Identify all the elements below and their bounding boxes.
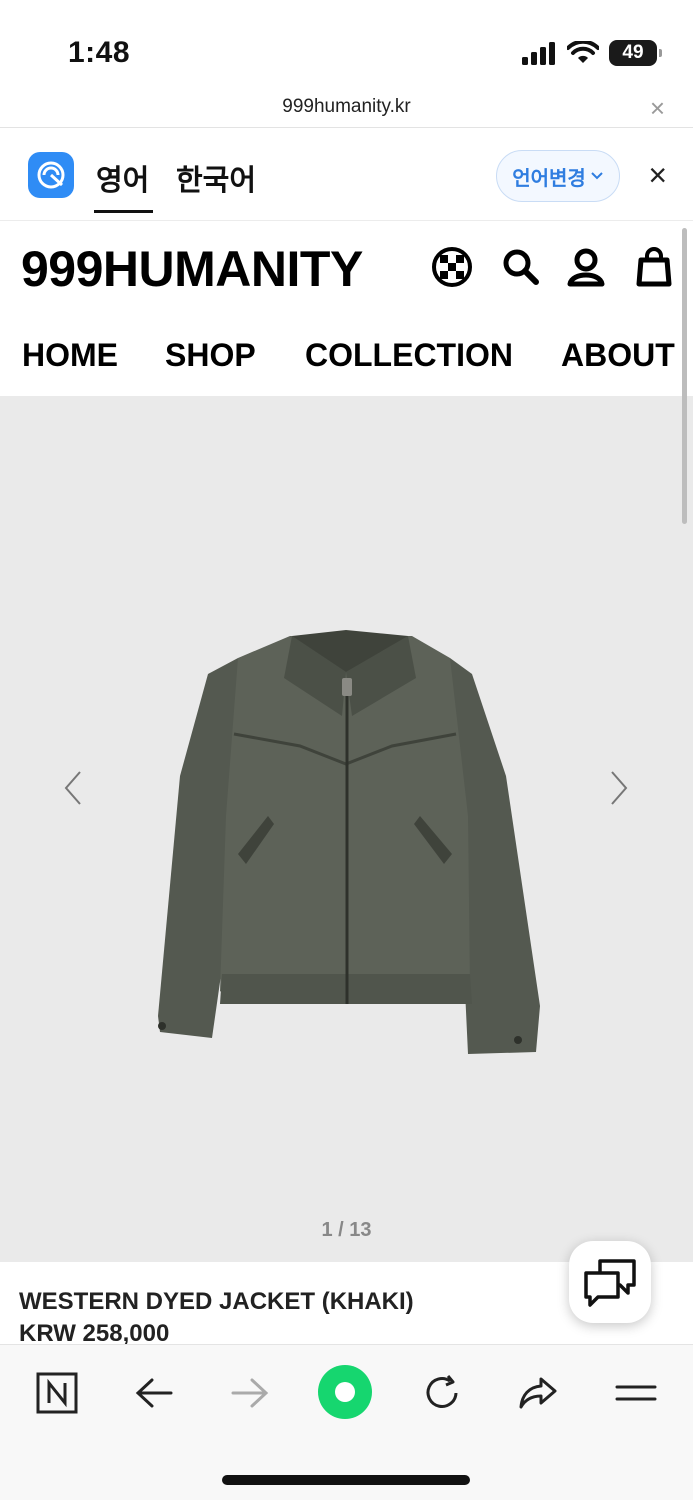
- share-button[interactable]: [514, 1369, 562, 1417]
- forward-icon: [231, 1378, 269, 1408]
- menu-button[interactable]: [612, 1369, 660, 1417]
- url-text[interactable]: 999humanity.kr: [0, 96, 693, 118]
- wifi-icon: [567, 41, 599, 63]
- chevron-down-icon: [591, 172, 603, 180]
- translate-logo-icon: [28, 152, 74, 198]
- url-close-button[interactable]: ×: [650, 93, 665, 124]
- site-nav: HOME SHOP COLLECTION ABOUT: [3, 312, 680, 395]
- gallery-counter: 1 / 13: [321, 1219, 372, 1241]
- back-button[interactable]: [130, 1369, 178, 1417]
- page-scrollbar[interactable]: [682, 228, 687, 524]
- change-language-button[interactable]: 언어변경: [496, 150, 620, 202]
- status-icons: 49: [521, 40, 662, 66]
- back-icon: [135, 1378, 173, 1408]
- green-dot-button[interactable]: [316, 1363, 374, 1421]
- forward-button[interactable]: [226, 1369, 274, 1417]
- product-name: WESTERN DYED JACKET (KHAKI): [19, 1288, 414, 1315]
- url-bar[interactable]: 999humanity.kr ×: [0, 90, 693, 128]
- naver-home-button[interactable]: [33, 1369, 81, 1417]
- search-icon[interactable]: [499, 246, 541, 288]
- translate-bar: 영어 한국어 언어변경 ×: [0, 129, 693, 221]
- home-indicator: [222, 1475, 470, 1485]
- tab-english[interactable]: 영어: [93, 157, 154, 213]
- nav-shop[interactable]: SHOP: [165, 337, 256, 374]
- nav-home[interactable]: HOME: [22, 337, 118, 374]
- change-language-label: 언어변경: [512, 167, 586, 190]
- reload-button[interactable]: [418, 1369, 466, 1417]
- nav-collection[interactable]: COLLECTION: [305, 337, 513, 374]
- site-header: 999HUMANITY: [3, 226, 680, 308]
- translate-close-button[interactable]: ×: [648, 159, 667, 191]
- product-gallery[interactable]: 1 / 13: [0, 396, 693, 1262]
- browser-toolbar: [0, 1344, 693, 1500]
- battery-level: 49: [622, 42, 644, 63]
- user-icon[interactable]: [565, 246, 607, 288]
- product-image[interactable]: [150, 596, 550, 1066]
- status-bar: 1:48 49: [0, 0, 693, 90]
- cart-icon[interactable]: [633, 246, 675, 288]
- battery-icon: 49: [609, 40, 662, 66]
- green-dot-icon: [318, 1365, 372, 1419]
- globe-icon[interactable]: [431, 246, 473, 288]
- naver-icon: [36, 1372, 78, 1414]
- reload-icon: [426, 1375, 458, 1408]
- tab-korean[interactable]: 한국어: [176, 157, 256, 199]
- share-icon: [519, 1377, 557, 1409]
- status-time: 1:48: [68, 36, 131, 69]
- gallery-next-arrow-icon[interactable]: [606, 768, 632, 808]
- menu-icon: [615, 1385, 657, 1401]
- gallery-prev-arrow-icon[interactable]: [60, 768, 86, 808]
- nav-about[interactable]: ABOUT: [561, 337, 675, 374]
- site-logo[interactable]: 999HUMANITY: [21, 240, 363, 298]
- signal-icon: [522, 42, 555, 65]
- chat-icon: [584, 1259, 636, 1307]
- chat-button[interactable]: [569, 1241, 651, 1323]
